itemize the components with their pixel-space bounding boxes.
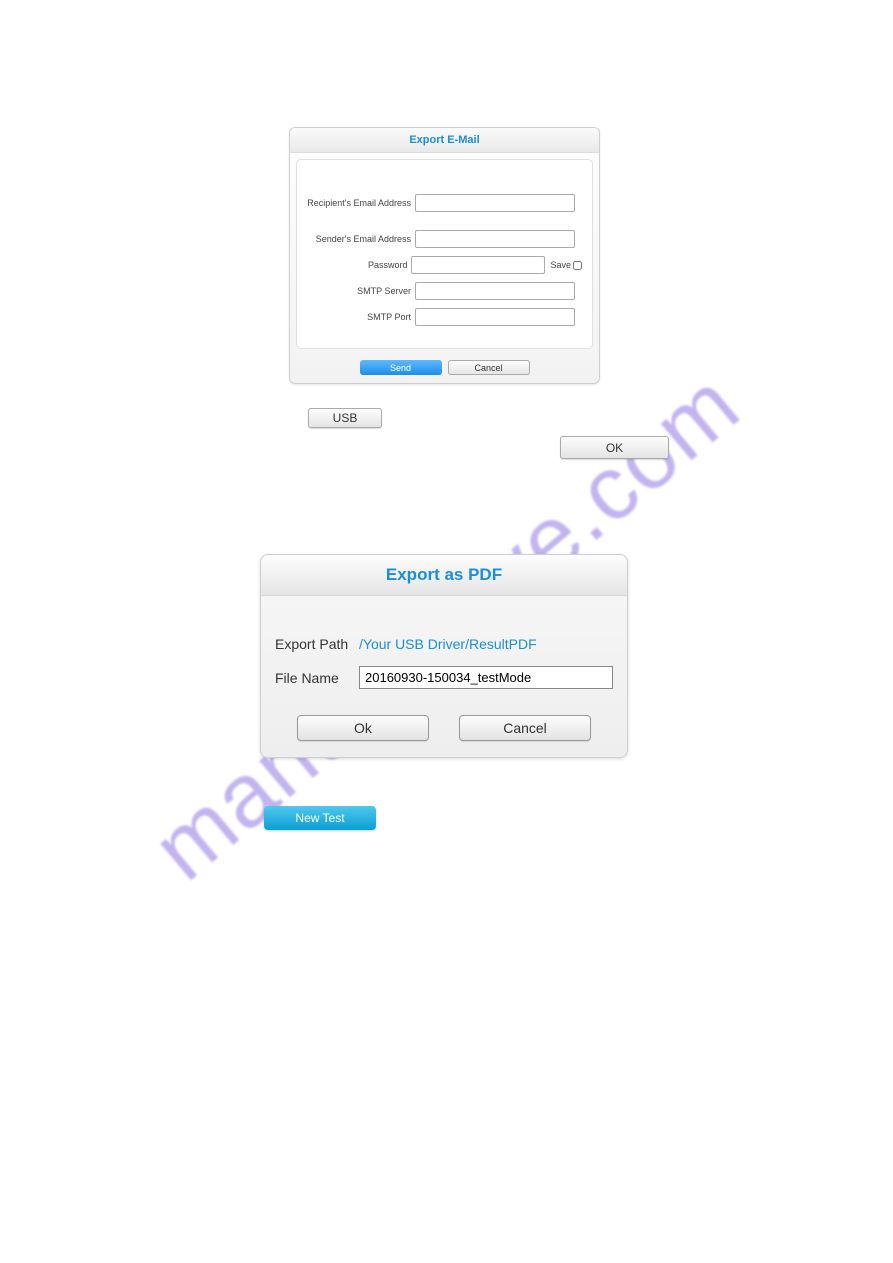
export-path-row: Export Path /Your USB Driver/ResultPDF xyxy=(275,636,613,652)
smtp-server-row: SMTP Server xyxy=(307,282,582,300)
export-pdf-dialog: Export as PDF Export Path /Your USB Driv… xyxy=(260,554,628,758)
filename-input[interactable] xyxy=(359,666,613,689)
export-email-footer: Send Cancel xyxy=(290,355,599,383)
password-row: Password Save xyxy=(307,256,582,274)
filename-row: File Name xyxy=(275,666,613,689)
export-email-title: Export E-Mail xyxy=(290,128,599,153)
filename-label: File Name xyxy=(275,670,359,686)
smtp-server-input[interactable] xyxy=(415,282,575,300)
export-path-value: /Your USB Driver/ResultPDF xyxy=(359,636,537,652)
export-pdf-footer: Ok Cancel xyxy=(261,697,627,757)
save-label: Save xyxy=(550,260,571,270)
export-path-label: Export Path xyxy=(275,636,359,652)
recipient-row: Recipient's Email Address xyxy=(307,194,582,212)
pdf-cancel-button[interactable]: Cancel xyxy=(459,715,591,741)
usb-button[interactable]: USB xyxy=(308,408,382,428)
export-email-body: Recipient's Email Address Sender's Email… xyxy=(296,159,593,349)
email-cancel-button[interactable]: Cancel xyxy=(448,360,530,375)
send-button[interactable]: Send xyxy=(360,360,442,375)
new-test-button[interactable]: New Test xyxy=(264,806,376,830)
pdf-ok-button[interactable]: Ok xyxy=(297,715,429,741)
smtp-server-label: SMTP Server xyxy=(307,286,415,296)
sender-label: Sender's Email Address xyxy=(307,234,415,244)
password-input[interactable] xyxy=(411,256,545,274)
smtp-port-input[interactable] xyxy=(415,308,575,326)
save-checkbox[interactable] xyxy=(573,261,582,270)
sender-row: Sender's Email Address xyxy=(307,230,582,248)
smtp-port-label: SMTP Port xyxy=(307,312,415,322)
export-pdf-title: Export as PDF xyxy=(261,555,627,596)
ok-button[interactable]: OK xyxy=(560,436,669,459)
recipient-label: Recipient's Email Address xyxy=(307,198,415,208)
smtp-port-row: SMTP Port xyxy=(307,308,582,326)
export-email-dialog: Export E-Mail Recipient's Email Address … xyxy=(289,127,600,384)
sender-input[interactable] xyxy=(415,230,575,248)
recipient-input[interactable] xyxy=(415,194,575,212)
password-label: Password xyxy=(307,260,411,270)
export-pdf-body: Export Path /Your USB Driver/ResultPDF F… xyxy=(261,596,627,697)
